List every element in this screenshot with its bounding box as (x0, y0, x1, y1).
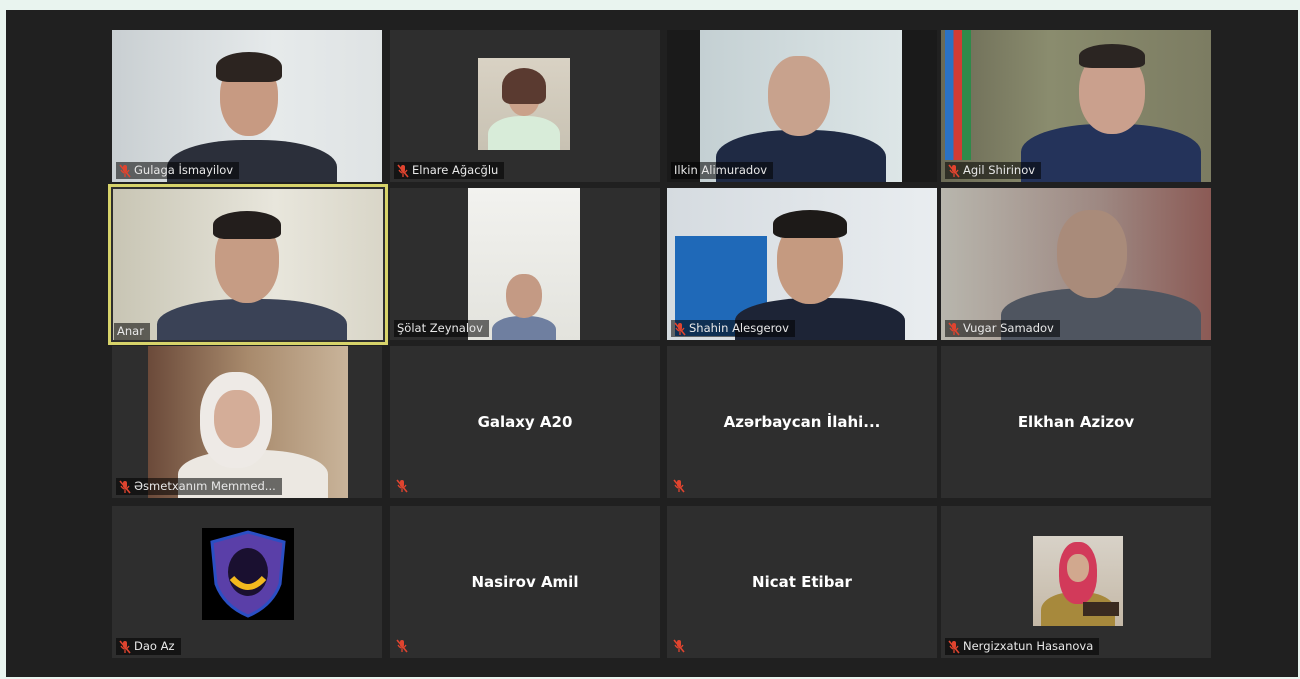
participant-name: Şölat Zeynalov (397, 321, 483, 335)
video-gallery: Gulaga İsmayilov Elnare Ağacğlu Ilkin Al… (6, 10, 1298, 677)
participant-tile[interactable]: Azərbaycan İlahi... (667, 346, 937, 498)
participant-tile[interactable]: Elkhan Azizov (941, 346, 1211, 498)
participant-name-tag: Şölat Zeynalov (394, 320, 489, 337)
mic-muted-icon (396, 479, 408, 493)
participant-name: Elnare Ağacğlu (412, 163, 499, 177)
participant-tile[interactable]: Elnare Ağacğlu (390, 30, 660, 182)
participant-tile[interactable]: Nasirov Amil (390, 506, 660, 658)
mic-muted-icon (948, 639, 960, 654)
participant-tile[interactable]: Nicat Etibar (667, 506, 937, 658)
participant-name-tag: Shahin Alesgerov (671, 320, 795, 337)
participant-video (941, 30, 1211, 182)
participant-name: Ilkin Alimuradov (674, 163, 768, 177)
participant-name: Nergizxatun Hasanova (963, 639, 1094, 653)
flag-image (945, 30, 971, 160)
participant-name-tag: Anar (114, 323, 150, 340)
participant-name: Galaxy A20 (477, 413, 573, 431)
participant-video (148, 346, 348, 498)
participant-name: Vugar Samadov (963, 321, 1054, 335)
participant-tile[interactable]: Əsmetxanım Memmed... (112, 346, 382, 498)
participant-name-tag: Əsmetxanım Memmed... (116, 478, 282, 495)
participant-name-tag: Dao Az (116, 638, 181, 655)
mic-muted-icon (673, 639, 685, 653)
participant-name: Nasirov Amil (471, 573, 579, 591)
mic-muted-icon (948, 321, 960, 336)
participant-name-tag: Gulaga İsmayilov (116, 162, 240, 179)
mic-muted-icon (119, 479, 131, 494)
participant-tile[interactable]: Dao Az (112, 506, 382, 658)
participant-tile[interactable]: Şölat Zeynalov (390, 188, 660, 340)
participant-name: Gulaga İsmayilov (134, 163, 234, 177)
participant-name: Anar (117, 324, 144, 338)
participant-video (478, 58, 570, 150)
participant-video (113, 189, 383, 340)
participant-video (700, 30, 902, 182)
mic-muted-icon (119, 639, 131, 654)
participant-avatar-photo (1033, 536, 1123, 626)
mic-muted-icon (396, 639, 408, 653)
mic-muted-icon (673, 479, 685, 493)
participant-name: Shahin Alesgerov (689, 321, 789, 335)
participant-name-tag: Ilkin Alimuradov (671, 162, 774, 179)
participant-name: Elkhan Azizov (1017, 413, 1135, 431)
mic-muted-icon (397, 163, 409, 178)
participant-name-tag: Agil Shirinov (945, 162, 1042, 179)
participant-name: Agil Shirinov (963, 163, 1036, 177)
participant-tile[interactable]: Nergizxatun Hasanova (941, 506, 1211, 658)
participant-tile[interactable]: Ilkin Alimuradov (667, 30, 937, 182)
participant-video (667, 188, 937, 340)
mic-muted-icon (674, 321, 686, 336)
participant-name-tag: Vugar Samadov (945, 320, 1060, 337)
mic-muted-icon (119, 163, 131, 178)
participant-name: Azərbaycan İlahi... (723, 413, 881, 431)
participant-tile[interactable]: Galaxy A20 (390, 346, 660, 498)
participant-tile-active-speaker[interactable]: Anar (108, 184, 388, 345)
participant-tile[interactable]: Agil Shirinov (941, 30, 1211, 182)
shield-avatar-icon (202, 528, 294, 620)
participant-name: Dao Az (134, 639, 175, 653)
participant-tile[interactable]: Gulaga İsmayilov (112, 30, 382, 182)
participant-name: Nicat Etibar (752, 573, 852, 591)
participant-video (941, 188, 1211, 340)
participant-name: Əsmetxanım Memmed... (134, 479, 276, 493)
participant-tile[interactable]: Vugar Samadov (941, 188, 1211, 340)
participant-video (468, 188, 580, 340)
participant-tile[interactable]: Shahin Alesgerov (667, 188, 937, 340)
participant-name-tag: Nergizxatun Hasanova (945, 638, 1100, 655)
mic-muted-icon (948, 163, 960, 178)
participant-video (112, 30, 382, 182)
participant-name-tag: Elnare Ağacğlu (394, 162, 505, 179)
